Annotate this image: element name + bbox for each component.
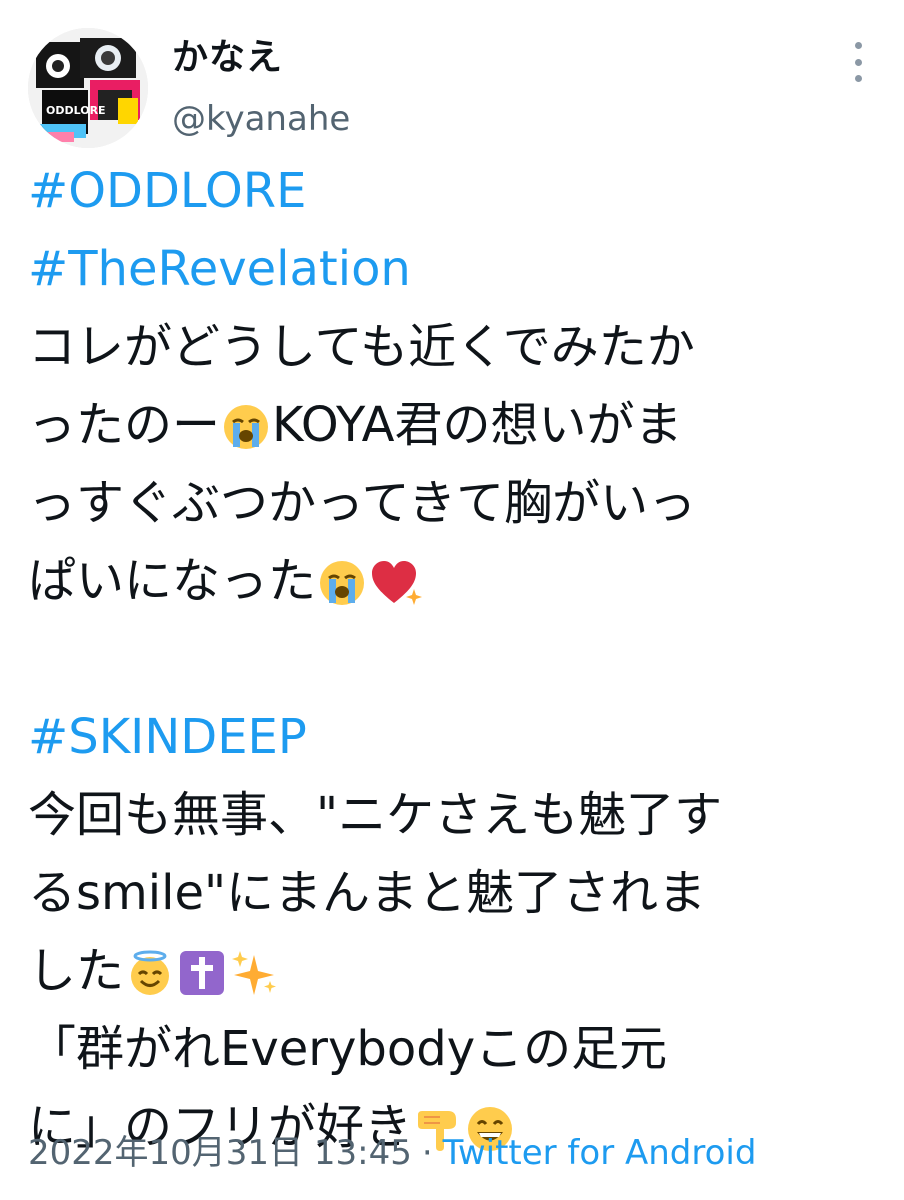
tweet-line-segment: ぱいになった (28, 553, 317, 609)
tweet-line-segment: した (28, 943, 125, 999)
hashtag-oddlore[interactable]: #ODDLORE (28, 152, 878, 230)
tweet-card: ODDLORE かなえ @kyanahe #ODDLORE #TheRevela… (0, 0, 904, 1200)
tweet-text: #ODDLORE #TheRevelation コレがどうしても近くでみたか っ… (28, 152, 878, 1166)
tweet-timestamp[interactable]: 2022年10月31日 13:45 (28, 1133, 412, 1173)
hashtag-skindeep[interactable]: #SKINDEEP (28, 698, 878, 776)
tweet-line-segment: ったのー (28, 397, 221, 453)
smiling-face-with-halo-emoji (126, 942, 174, 1020)
sparkles-emoji (230, 942, 278, 1020)
avatar[interactable]: ODDLORE (28, 28, 148, 148)
author-display-name[interactable]: かなえ (172, 36, 283, 80)
tweet-source-link[interactable]: Twitter for Android (443, 1133, 757, 1173)
more-options-icon[interactable] (846, 42, 870, 82)
tweet-line: ぱいになった (28, 542, 878, 620)
tweet-line: 「群がれEverybodyこの足元 (28, 1021, 668, 1077)
avatar-image: ODDLORE (28, 28, 148, 148)
sparkling-heart-emoji (370, 552, 423, 630)
loudly-crying-face-emoji (222, 396, 270, 474)
tweet-metadata: 2022年10月31日 13:45 · Twitter for Android (28, 1130, 756, 1176)
loudly-crying-face-emoji (318, 552, 366, 630)
hashtag-therevelation[interactable]: #TheRevelation (28, 230, 878, 308)
tweet-line: 今回も無事、"ニケさえも魅了す (28, 787, 723, 843)
tweet-line: した (28, 932, 878, 1010)
author-handle[interactable]: @kyanahe (172, 98, 350, 140)
tweet-line-segment: KOYA君の想いがま (272, 397, 683, 453)
avatar-logo-text: ODDLORE (46, 104, 106, 117)
tweet-line: るsmile"にまんまと魅了されま (28, 865, 707, 921)
meta-separator: · (421, 1133, 433, 1173)
latin-cross-emoji (178, 942, 226, 1020)
tweet-line: っすぐぶつかってきて胸がいっ (28, 475, 697, 531)
tweet-line: コレがどうしても近くでみたか (28, 319, 695, 375)
tweet-line: ったのー KOYA君の想いがま (28, 386, 878, 464)
